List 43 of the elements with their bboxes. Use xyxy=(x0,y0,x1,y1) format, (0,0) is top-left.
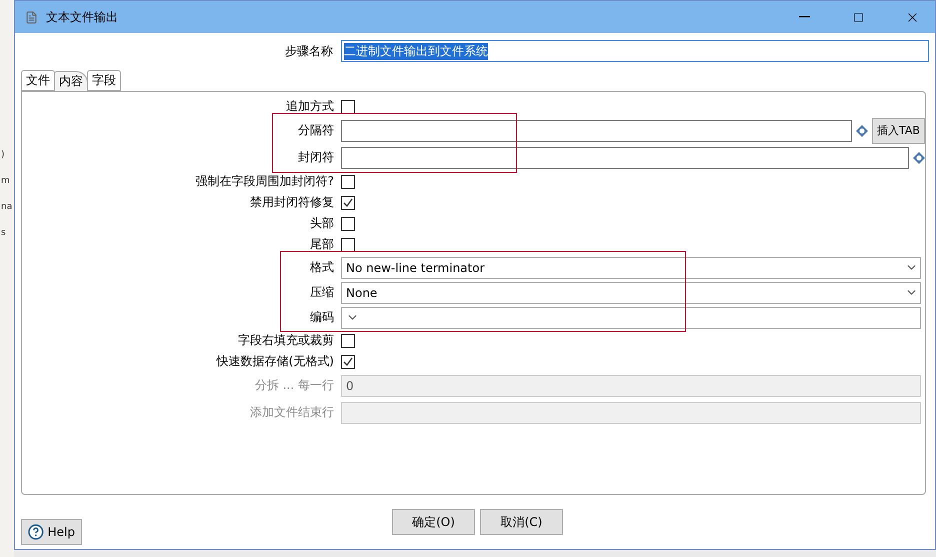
tab[interactable]: 内容 xyxy=(54,71,88,91)
checkbox[interactable] xyxy=(341,216,355,230)
field-label: 分拆 ... 每一行 xyxy=(254,377,334,394)
input-field[interactable] xyxy=(341,146,909,168)
step-name-field[interactable]: 二进制文件输出到文件系统 xyxy=(341,40,929,62)
tab[interactable]: 字段 xyxy=(87,70,121,91)
field-label: 封闭符 xyxy=(298,149,334,166)
help-button[interactable]: Help xyxy=(21,519,82,545)
insert-tab-button[interactable]: 插入TAB xyxy=(872,118,925,144)
checkbox[interactable] xyxy=(341,238,355,252)
checkbox[interactable] xyxy=(341,100,355,114)
input-field[interactable] xyxy=(341,120,852,142)
background-text: na xyxy=(0,202,14,212)
field-label: 添加文件结束行 xyxy=(250,404,334,421)
minimize-icon xyxy=(798,16,810,18)
step-name-label: 步骤名称 xyxy=(285,42,333,60)
cancel-button[interactable]: 取消(C) xyxy=(480,509,563,535)
field-label: 尾部 xyxy=(310,236,334,253)
field-label: 追加方式 xyxy=(286,98,334,115)
dropdown[interactable]: No new-line terminator xyxy=(341,256,921,278)
background-text: ) xyxy=(0,150,6,160)
field-label: 分隔符 xyxy=(298,122,334,139)
checkbox[interactable] xyxy=(341,196,355,210)
field-label: 禁用封闭符修复 xyxy=(250,194,334,211)
ok-button[interactable]: 确定(O) xyxy=(392,509,475,535)
help-icon xyxy=(28,524,44,540)
field-label: 快速数据存储(无格式) xyxy=(216,353,334,370)
document-icon xyxy=(25,10,38,24)
maximize-icon xyxy=(852,12,864,22)
field-label: 编码 xyxy=(310,309,334,326)
field-label: 头部 xyxy=(310,215,334,232)
background-text: m xyxy=(0,176,11,186)
field-label: 字段右填充或裁剪 xyxy=(238,332,334,349)
field-label: 格式 xyxy=(310,259,334,276)
checkbox[interactable] xyxy=(341,174,355,188)
window-title: 文本文件输出 xyxy=(46,8,119,26)
field-label: 强制在字段周围加封闭符? xyxy=(196,173,334,190)
checkbox[interactable] xyxy=(341,354,355,368)
background-text: s xyxy=(0,228,7,238)
checkbox[interactable] xyxy=(341,334,355,348)
dropdown[interactable]: None xyxy=(341,282,921,304)
tab[interactable]: 文件 xyxy=(21,70,55,91)
field-label: 压缩 xyxy=(310,284,334,301)
